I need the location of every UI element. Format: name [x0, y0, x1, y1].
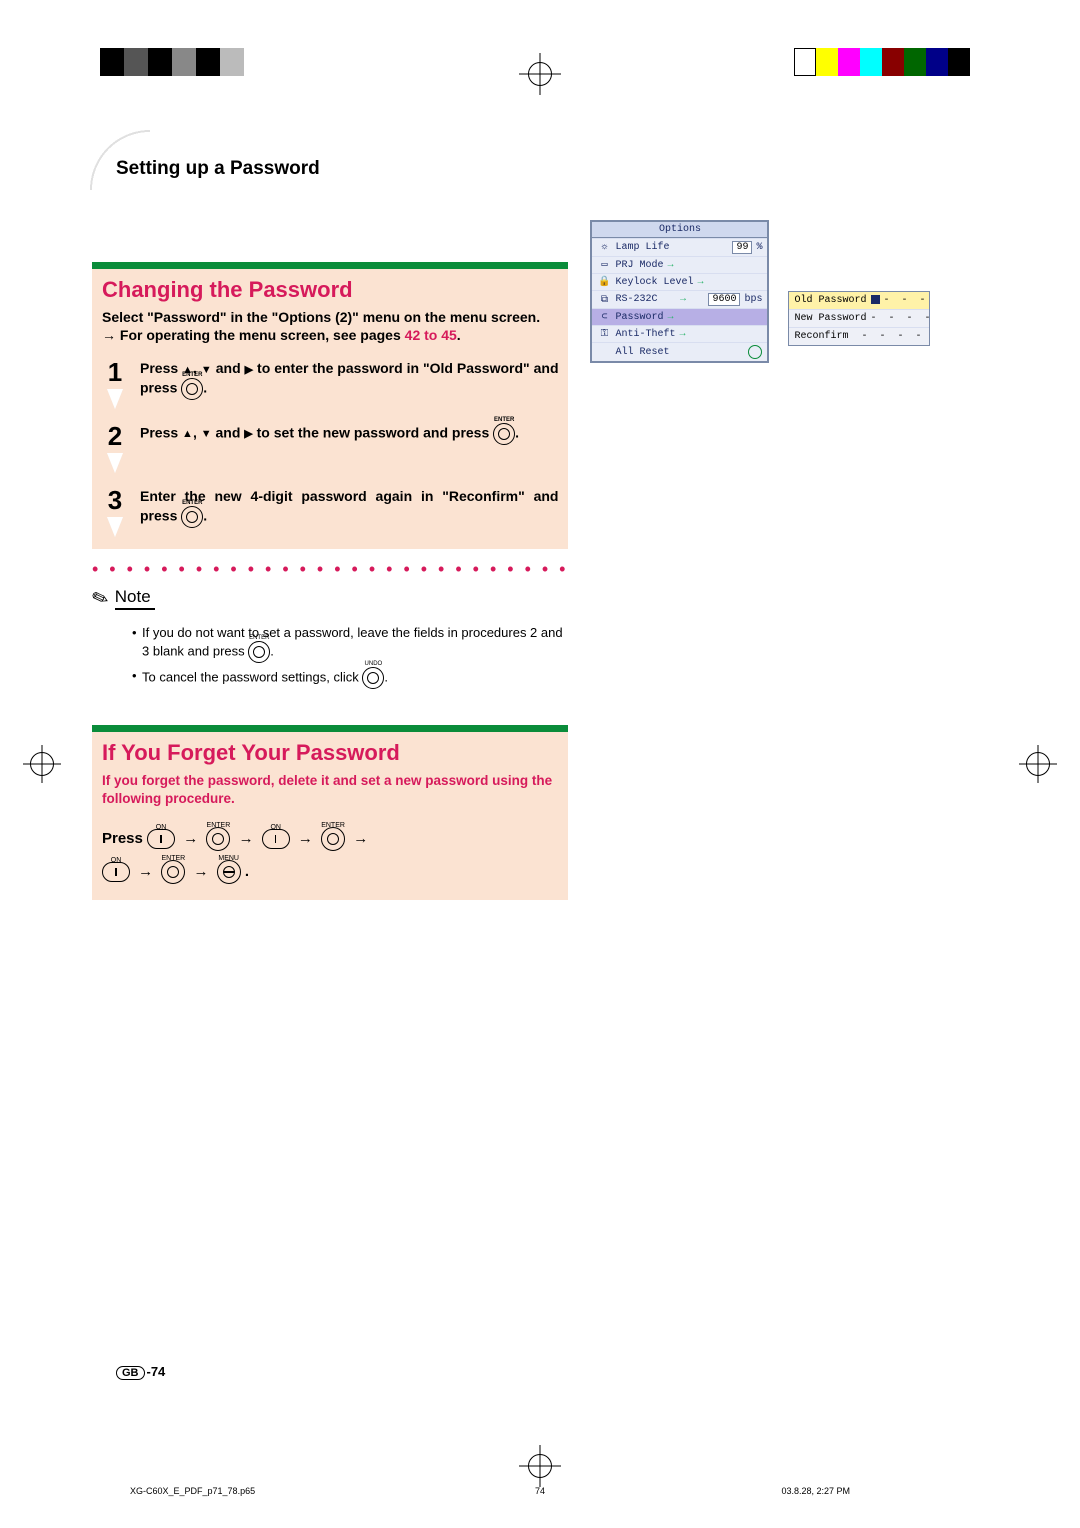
osd-row-prj-mode: ▭PRJ Mode — [592, 256, 767, 273]
osd-row-all-reset: All Reset — [592, 342, 767, 361]
crosshair-icon — [528, 62, 552, 86]
osd-title: Options — [592, 222, 767, 238]
crosshair-icon — [1026, 752, 1050, 776]
pw-row-old: Old Password- - - — [789, 292, 929, 309]
enter-button-icon: ENTER — [206, 827, 230, 851]
undo-button-icon: UNDO — [362, 667, 384, 689]
step-1: 1 Press , and to enter the password in "… — [102, 359, 558, 409]
note-body: If you do not want to set a password, le… — [92, 624, 568, 690]
print-registration-bar — [0, 48, 1080, 84]
enter-button-icon: ENTER — [321, 827, 345, 851]
divider-bar — [92, 262, 568, 269]
down-arrow-icon — [107, 517, 123, 537]
heading-forgot-password: If You Forget Your Password — [102, 740, 558, 765]
forgot-intro: If you forget the password, delete it an… — [102, 772, 558, 808]
step-3: 3 Enter the new 4-digit password again i… — [102, 487, 558, 537]
right-triangle-icon — [244, 424, 252, 440]
pw-row-reconfirm: Reconfirm- - - - — [789, 327, 929, 345]
heading-changing-password: Changing the Password — [102, 277, 558, 302]
reset-icon — [748, 345, 762, 359]
down-triangle-icon — [201, 424, 212, 440]
note-heading: ✎ Note — [92, 586, 568, 611]
enter-button-icon: ENTER — [493, 423, 515, 445]
button-sequence: Press ON → ENTER → ON → ENTER → ON → ENT… — [102, 822, 558, 888]
crosshair-icon — [30, 752, 54, 776]
menu-button-icon: MENU — [217, 860, 241, 884]
down-arrow-icon — [107, 453, 123, 473]
osd-row-password: ⊂Password — [592, 308, 767, 325]
step-2: 2 Press , and to set the new password an… — [102, 423, 558, 473]
enter-button-icon: ENTER — [181, 506, 203, 528]
osd-row-keylock: 🔒Keylock Level — [592, 273, 767, 290]
divider-bar — [92, 725, 568, 732]
right-triangle-icon — [245, 360, 254, 376]
note-icon: ✎ — [88, 584, 112, 613]
pw-row-new: New Password- - - - — [789, 309, 929, 327]
down-triangle-icon — [201, 360, 212, 376]
enter-button-icon: ENTER — [161, 860, 185, 884]
osd-row-rs232c: ⧉RS-232C→9600bps — [592, 290, 767, 308]
section-forgot-password: If You Forget Your Password If you forge… — [92, 732, 568, 900]
on-button-icon: ON — [262, 829, 290, 849]
enter-button-icon: ENTER — [181, 378, 203, 400]
osd-row-lamp-life: ☼Lamp Life99% — [592, 238, 767, 256]
intro-text: Select "Password" in the "Options (2)" m… — [102, 308, 558, 344]
separator-dots: • • • • • • • • • • • • • • • • • • • • … — [92, 559, 568, 580]
on-button-icon: ON — [147, 829, 175, 849]
page-number: GB-74 — [116, 1364, 165, 1380]
osd-password-panel: Old Password- - - New Password- - - - Re… — [788, 291, 930, 346]
crosshair-icon — [528, 1454, 552, 1478]
enter-button-icon: ENTER — [248, 641, 270, 663]
osd-options-menu: Options ☼Lamp Life99% ▭PRJ Mode 🔒Keylock… — [590, 220, 769, 363]
page-section-title: Setting up a Password — [116, 150, 568, 180]
osd-row-anti-theft: ⚿Anti-Theft — [592, 325, 767, 342]
section-changing-password: Changing the Password Select "Password" … — [92, 269, 568, 549]
down-arrow-icon — [107, 389, 123, 409]
up-triangle-icon — [182, 424, 193, 440]
on-button-icon: ON — [102, 862, 130, 882]
